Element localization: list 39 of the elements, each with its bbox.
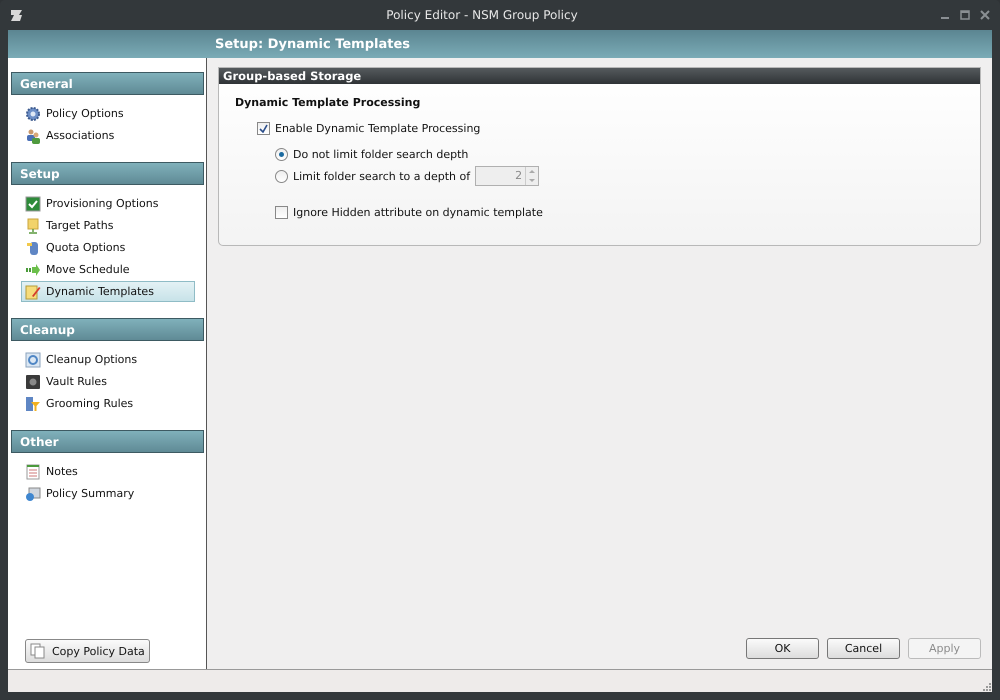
section-header: Other [11,430,204,453]
sidebar-item[interactable]: Grooming Rules [21,393,195,414]
section-header: Setup [11,162,204,185]
section-title: Dynamic Template Processing [235,96,422,109]
sidebar-item[interactable]: Policy Options [21,103,195,124]
sidebar-item-label: Grooming Rules [46,397,134,410]
sidebar-item[interactable]: Quota Options [21,237,195,258]
sidebar-item[interactable]: Provisioning Options [21,193,195,214]
checkbox-label: Enable Dynamic Template Processing [275,122,480,135]
sidebar-item-label: Target Paths [46,219,114,232]
page-title: Setup: Dynamic Templates [215,36,410,52]
dialog-button[interactable]: Cancel [827,638,900,659]
sidebar-item[interactable]: Target Paths [21,215,195,236]
section-header: General [11,72,204,95]
sidebar-item-label: Notes [46,465,78,478]
sidebar-item[interactable]: Vault Rules [21,371,195,392]
sidebar-item-label: Policy Options [46,107,124,120]
copy-policy-data-button[interactable]: Copy Policy Data [25,639,150,663]
sidebar-item-label: Move Schedule [46,263,130,276]
radio-label: Do not limit folder search depth [293,148,468,161]
sidebar-item[interactable]: Notes [21,461,195,482]
window-title: Policy Editor - NSM Group Policy [385,8,579,22]
sidebar-item-label: Provisioning Options [46,197,158,210]
sidebar-item-label: Quota Options [46,241,126,254]
sidebar-item[interactable]: Associations [21,125,195,146]
checkbox-label: Ignore Hidden attribute on dynamic template [293,206,543,219]
sidebar-item-label: Policy Summary [46,487,134,500]
sidebar-item[interactable]: Cleanup Options [21,349,195,370]
sidebar-item[interactable]: Move Schedule [21,259,195,280]
sidebar-item-label: Vault Rules [46,375,107,388]
sidebar-item[interactable]: Policy Summary [21,483,195,504]
sidebar-item-label: Dynamic Templates [46,285,154,298]
panel-title: Group-based Storage [219,68,980,84]
sidebar-item[interactable]: Dynamic Templates [21,281,195,302]
sidebar-item-label: Associations [46,129,114,142]
section-header: Cleanup [11,318,204,341]
radio-label: Limit folder search to a depth of [293,170,470,182]
dialog-button[interactable]: OK [746,638,819,659]
sidebar-item-label: Cleanup Options [46,353,138,366]
